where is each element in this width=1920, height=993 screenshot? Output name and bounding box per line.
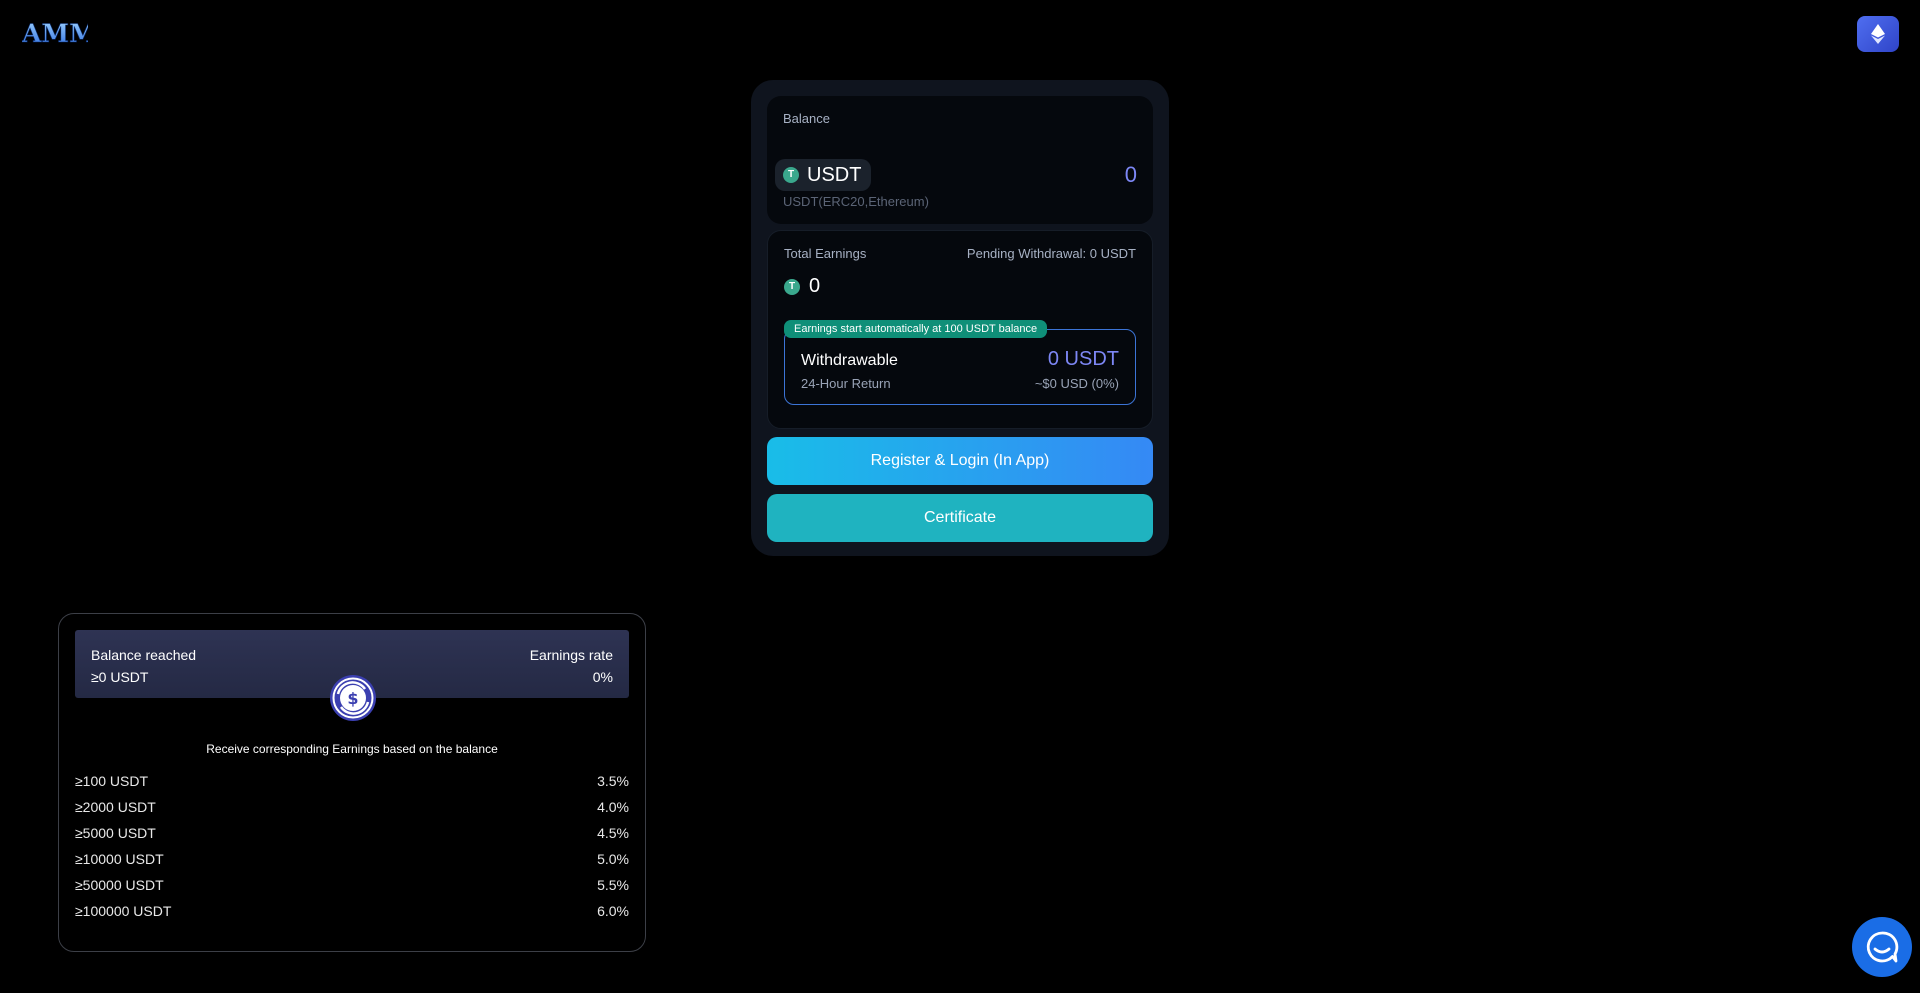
tier-rate: 5.0% — [597, 851, 629, 867]
tier-rate: 5.5% — [597, 877, 629, 893]
rate-tier-row: ≥50000 USDT 5.5% — [75, 872, 629, 898]
withdrawable-amount: 0 USDT — [1047, 348, 1119, 370]
earnings-rate-value: 0% — [592, 669, 613, 685]
withdrawable-label: Withdrawable — [801, 352, 898, 369]
svg-text:$: $ — [347, 689, 358, 708]
register-login-button[interactable]: Register & Login (In App) — [767, 437, 1153, 485]
tier-threshold: ≥5000 USDT — [75, 825, 156, 841]
rate-tier-row: ≥10000 USDT 5.0% — [75, 846, 629, 872]
pending-withdrawal: Pending Withdrawal: 0 USDT — [966, 246, 1136, 261]
tether-icon: T — [783, 167, 799, 183]
earnings-rates-card: Balance reached ≥0 USDT Earnings rate 0%… — [58, 613, 646, 952]
balance-value: 0 — [1124, 162, 1137, 187]
svg-text:AMM: AMM — [22, 19, 88, 47]
tier-rate: 4.0% — [597, 799, 629, 815]
rate-tier-row: ≥5000 USDT 4.5% — [75, 820, 629, 846]
network-label: USDT(ERC20,Ethereum) — [783, 194, 929, 209]
rate-tier-row: ≥2000 USDT 4.0% — [75, 794, 629, 820]
withdrawable-box: Earnings start automatically at 100 USDT… — [784, 320, 1136, 405]
balance-reached-value: ≥0 USDT — [91, 669, 149, 685]
network-button[interactable] — [1857, 16, 1899, 52]
tier-rate: 4.5% — [597, 825, 629, 841]
amm-logo[interactable]: AMM — [21, 19, 97, 49]
tether-icon: T — [784, 278, 800, 295]
balance-label: Balance — [783, 111, 830, 126]
return-value: ~$0 USD (0%) — [1034, 376, 1119, 391]
tier-threshold: ≥50000 USDT — [75, 877, 164, 893]
rate-tier-list: ≥100 USDT 3.5% ≥2000 USDT 4.0% ≥5000 USD… — [75, 768, 629, 924]
tier-rate: 6.0% — [597, 903, 629, 919]
balance-panel: Balance T USDT 0 USDT(ERC20,Ethereum) — [767, 96, 1153, 224]
amm-logo-icon: AMM — [21, 19, 97, 49]
rates-note: Receive corresponding Earnings based on … — [206, 742, 498, 756]
earnings-rate-label: Earnings rate — [529, 647, 613, 663]
tier-threshold: ≥100000 USDT — [75, 903, 172, 919]
total-earnings-label: Total Earnings — [784, 246, 867, 261]
rate-tier-row: ≥100000 USDT 6.0% — [75, 898, 629, 924]
token-name: USDT — [807, 163, 862, 186]
token-selector[interactable]: T USDT — [775, 159, 872, 191]
tier-threshold: ≥10000 USDT — [75, 851, 164, 867]
total-earnings-value: 0 — [809, 275, 821, 297]
earnings-panel: Total Earnings Pending Withdrawal: 0 USD… — [767, 230, 1153, 429]
auto-earnings-badge: Earnings start automatically at 100 USDT… — [784, 320, 1048, 338]
tier-threshold: ≥2000 USDT — [75, 799, 156, 815]
certificate-button[interactable]: Certificate — [767, 494, 1153, 542]
tier-rate: 3.5% — [597, 773, 629, 789]
return-label: 24-Hour Return — [801, 376, 891, 391]
wallet-card: Balance T USDT 0 USDT(ERC20,Ethereum) To… — [751, 80, 1169, 556]
rate-tier-row: ≥100 USDT 3.5% — [75, 768, 629, 794]
dollar-exchange-icon: $ — [329, 674, 377, 722]
ethereum-icon — [1871, 24, 1885, 44]
chat-icon — [1866, 931, 1899, 963]
support-chat-button[interactable] — [1852, 917, 1912, 977]
tier-threshold: ≥100 USDT — [75, 773, 149, 789]
balance-reached-label: Balance reached — [91, 647, 197, 663]
